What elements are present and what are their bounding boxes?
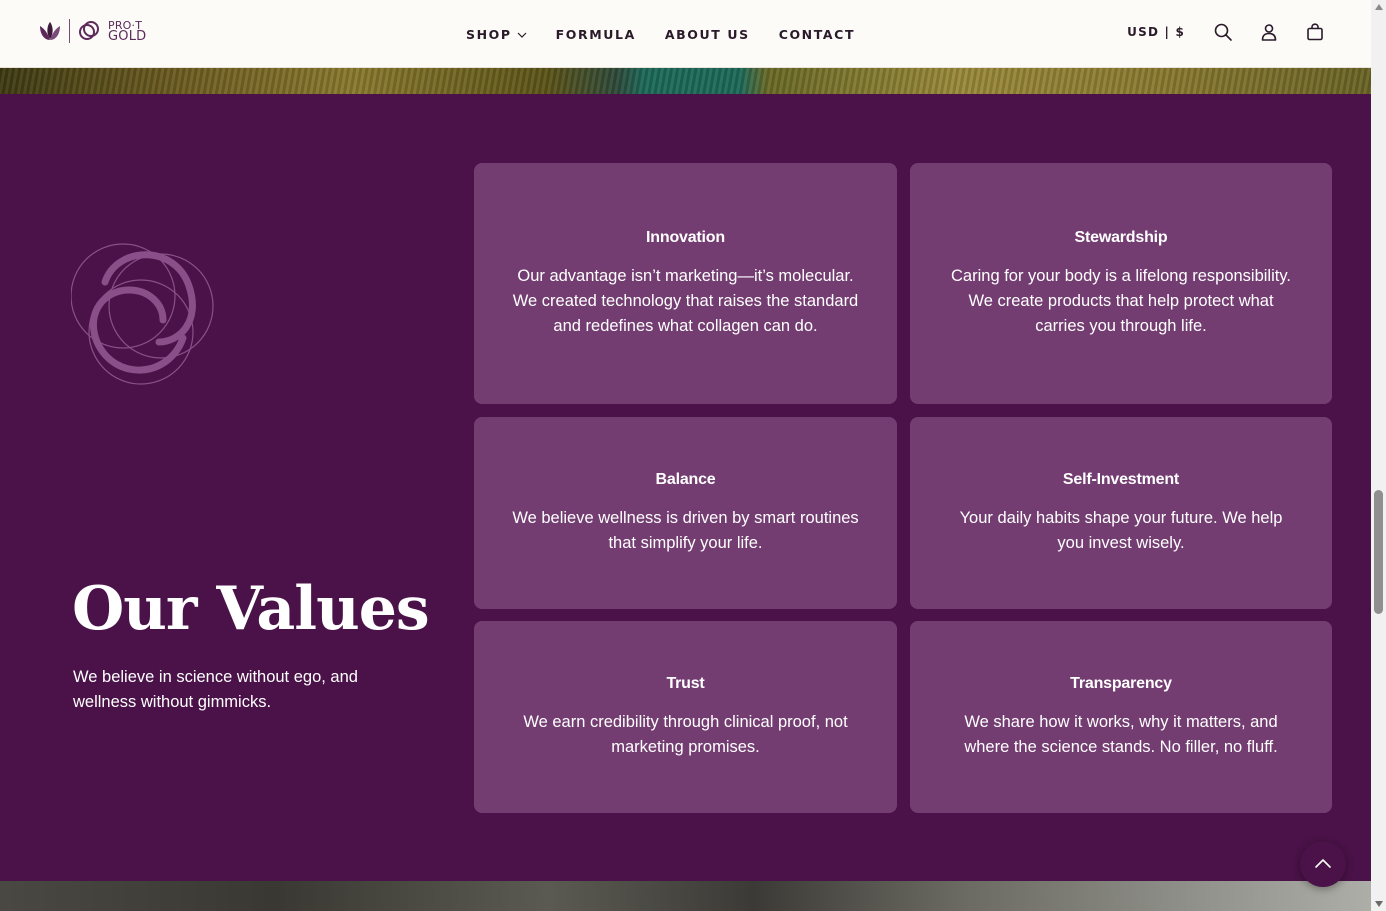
value-card-title: Stewardship [1074, 228, 1168, 246]
header-utilities: USD | $ [1127, 22, 1325, 42]
value-card-title: Innovation [646, 228, 725, 246]
nav-about-us[interactable]: ABOUT US [665, 27, 750, 42]
page-scrollbar[interactable] [1371, 0, 1386, 911]
value-card-text: We share how it works, why it matters, a… [964, 712, 1278, 756]
nav-formula[interactable]: FORMULA [556, 27, 636, 42]
value-card-text: Your daily habits shape your future. We … [959, 508, 1283, 552]
scroll-down-arrow-icon[interactable] [1375, 901, 1383, 907]
next-section-image-strip [0, 881, 1371, 911]
swirl-emblem-icon [71, 243, 214, 385]
leaf-logo-icon [40, 22, 60, 40]
scroll-up-arrow-icon[interactable] [1375, 4, 1383, 10]
account-icon[interactable] [1259, 22, 1279, 42]
values-section: Our Values We believe in science without… [0, 94, 1371, 881]
value-card-text: We earn credibility through clinical pro… [523, 712, 848, 756]
value-card-text: We believe wellness is driven by smart r… [512, 508, 859, 552]
cart-icon[interactable] [1305, 22, 1325, 42]
value-card-title: Transparency [1070, 674, 1172, 692]
value-card-text: Our advantage isn’t marketing—it’s molec… [512, 266, 859, 335]
nav-contact[interactable]: CONTACT [779, 27, 855, 42]
nav-shop[interactable]: SHOP [466, 27, 527, 42]
value-card-self-investment: Self-Investment Your daily habits shape … [910, 417, 1332, 609]
value-card-transparency: Transparency We share how it works, why … [910, 621, 1332, 813]
chevron-up-icon [1315, 859, 1331, 868]
logo-wordmark: PRO·T GOLD [108, 20, 147, 44]
scroll-to-top-button[interactable] [1300, 841, 1346, 887]
nav-contact-label: CONTACT [778, 27, 856, 42]
value-card-trust: Trust We earn credibility through clinic… [474, 621, 897, 813]
site-header: PRO·T GOLD SHOP FORMULA ABOUT US CONTACT… [0, 0, 1371, 68]
main-nav: SHOP FORMULA ABOUT US CONTACT [466, 27, 855, 42]
value-card-title: Trust [666, 674, 705, 692]
values-subtitle: We believe in science without ego, and w… [73, 668, 358, 711]
nav-about-us-label: ABOUT US [664, 27, 750, 42]
logo-wordmark-line2: GOLD [108, 29, 147, 44]
value-card-text: Caring for your body is a lifelong respo… [951, 266, 1291, 335]
hero-image-strip [0, 68, 1371, 94]
nav-shop-label: SHOP [466, 27, 512, 42]
value-card-stewardship: Stewardship Caring for your body is a li… [910, 163, 1332, 404]
scrollbar-thumb[interactable] [1374, 490, 1383, 614]
value-card-balance: Balance We believe wellness is driven by… [474, 417, 897, 609]
value-card-title: Self-Investment [1062, 470, 1180, 488]
value-card-innovation: Innovation Our advantage isn’t marketing… [474, 163, 897, 404]
values-title: Our Values [72, 574, 430, 644]
logo-divider [69, 19, 70, 43]
chevron-down-icon [517, 32, 527, 38]
brand-logo[interactable]: PRO·T GOLD [37, 18, 146, 44]
search-icon[interactable] [1213, 22, 1233, 42]
swirl-logo-icon [79, 21, 99, 40]
currency-selector[interactable]: USD | $ [1127, 25, 1185, 39]
value-card-title: Balance [655, 470, 716, 488]
nav-formula-label: FORMULA [555, 27, 636, 42]
